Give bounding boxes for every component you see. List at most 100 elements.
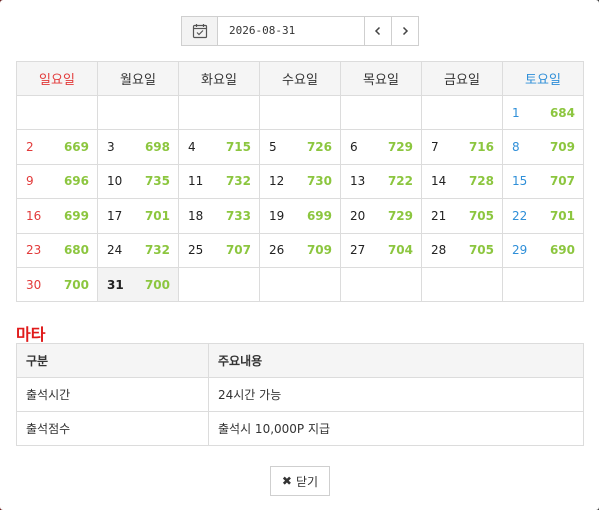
day-attendance-count: 698 [144,140,170,155]
calendar-day-cell: 18 733 [178,198,260,234]
calendar-button[interactable] [181,16,218,46]
day-attendance-count: 715 [225,140,251,155]
calendar-day-cell: 7 716 [421,129,503,165]
info-row: 출석시간 24시간 가능 [16,377,584,412]
day-attendance-count: 690 [549,243,575,258]
info-header-category: 구분 [16,343,209,378]
calendar-empty-cell [97,94,179,131]
info-cell-category: 출석점수 [16,411,209,446]
day-attendance-count: 707 [225,243,251,258]
day-number: 24 [107,243,123,258]
weekday-header: 일요일 [16,61,98,96]
day-number: 13 [350,174,366,189]
calendar-empty-cell [340,266,422,303]
calendar-day-cell: 31 700 [97,266,179,303]
day-number: 16 [26,208,42,223]
day-number: 9 [26,174,34,189]
calendar-day-cell: 25 707 [178,232,260,268]
calendar-empty-cell [259,266,341,303]
day-number: 3 [107,140,115,155]
calendar-week-row: 30 700 31 700 [16,266,584,303]
calendar-week-row: 23 680 24 732 25 707 26 709 27 704 28 705 29 690 [16,232,584,268]
day-number: 11 [188,174,204,189]
day-attendance-count: 699 [63,208,89,223]
calendar-day-cell: 11 732 [178,163,260,200]
day-number: 2 [26,140,34,155]
calendar-day-cell: 3 698 [97,129,179,165]
day-number: 28 [431,243,447,258]
day-attendance-count: 701 [549,208,575,223]
next-month-button[interactable] [392,16,419,46]
etc-section-title: 마타 [16,325,46,344]
day-attendance-count: 696 [63,174,89,189]
date-input[interactable]: 2026-08-31 [218,16,365,46]
day-attendance-count: 729 [387,140,413,155]
day-attendance-count: 722 [387,174,413,189]
calendar-week-row: 16 699 17 701 18 733 19 699 20 729 21 705 22 701 [16,198,584,234]
calendar-day-cell: 6 729 [340,129,422,165]
info-cell-content: 24시간 가능 [208,377,584,412]
calendar-empty-cell [178,94,260,131]
calendar-day-cell: 4 715 [178,129,260,165]
info-cell-category: 출석시간 [16,377,209,412]
calendar-empty-cell [502,266,584,303]
day-attendance-count: 680 [63,243,89,258]
day-number: 5 [269,140,277,155]
weekday-header-row: 일요일 월요일 화요일 수요일 목요일 금요일 토요일 [16,61,584,96]
day-attendance-count: 730 [306,174,332,189]
calendar-day-cell: 20 729 [340,198,422,234]
calendar-day-cell: 23 680 [16,232,98,268]
day-attendance-count: 704 [387,243,413,258]
calendar-empty-cell [16,94,98,131]
day-attendance-count: 709 [549,140,575,155]
etc-info-table: 구분 주요내용 출석시간 24시간 가능 출석점수 출석시 10,000P 지급 [16,343,584,446]
day-number: 12 [269,174,285,189]
calendar-day-cell: 22 701 [502,198,584,234]
calendar-week-row: 2 669 3 698 4 715 5 726 6 729 7 716 8 709 [16,129,584,165]
calendar-day-cell: 12 730 [259,163,341,200]
calendar-day-cell: 30 700 [16,266,98,303]
day-number: 15 [512,174,528,189]
calendar-day-cell: 26 709 [259,232,341,268]
day-number: 21 [431,208,447,223]
day-number: 22 [512,208,528,223]
calendar-day-cell: 9 696 [16,163,98,200]
day-attendance-count: 707 [549,174,575,189]
calendar-day-cell: 2 669 [16,129,98,165]
info-row: 출석점수 출석시 10,000P 지급 [16,411,584,446]
day-number: 23 [26,243,42,258]
day-number: 6 [350,140,358,155]
calendar-day-cell: 5 726 [259,129,341,165]
calendar-empty-cell [340,94,422,131]
calendar-day-cell: 1 684 [502,94,584,131]
day-number: 27 [350,243,366,258]
weekday-header: 수요일 [259,61,341,96]
day-attendance-count: 700 [63,277,89,292]
day-attendance-count: 733 [225,208,251,223]
calendar-day-cell: 8 709 [502,129,584,165]
weekday-header: 목요일 [340,61,422,96]
calendar-day-cell: 27 704 [340,232,422,268]
chevron-left-icon [374,26,381,36]
attendance-modal: 2026-08-31 일요일 월요일 화요일 수요일 목요일 금요일 토요일 1 684 2 66… [0,0,599,510]
calendar-day-cell: 28 705 [421,232,503,268]
weekday-header: 월요일 [97,61,179,96]
info-header-content: 주요내용 [208,343,584,378]
day-number: 10 [107,174,123,189]
day-attendance-count: 732 [144,243,170,258]
day-number: 1 [512,105,520,120]
date-navigator: 2026-08-31 [181,16,419,46]
calendar-day-cell: 17 701 [97,198,179,234]
calendar-day-cell: 15 707 [502,163,584,200]
day-number: 19 [269,208,285,223]
close-button[interactable]: ✖ 닫기 [270,466,330,496]
day-attendance-count: 699 [306,208,332,223]
day-attendance-count: 684 [549,105,575,120]
prev-month-button[interactable] [365,16,392,46]
day-number: 29 [512,243,528,258]
info-cell-content: 출석시 10,000P 지급 [208,411,584,446]
close-icon: ✖ [281,474,292,488]
weekday-header: 토요일 [502,61,584,96]
day-attendance-count: 705 [468,208,494,223]
calendar-day-cell: 19 699 [259,198,341,234]
